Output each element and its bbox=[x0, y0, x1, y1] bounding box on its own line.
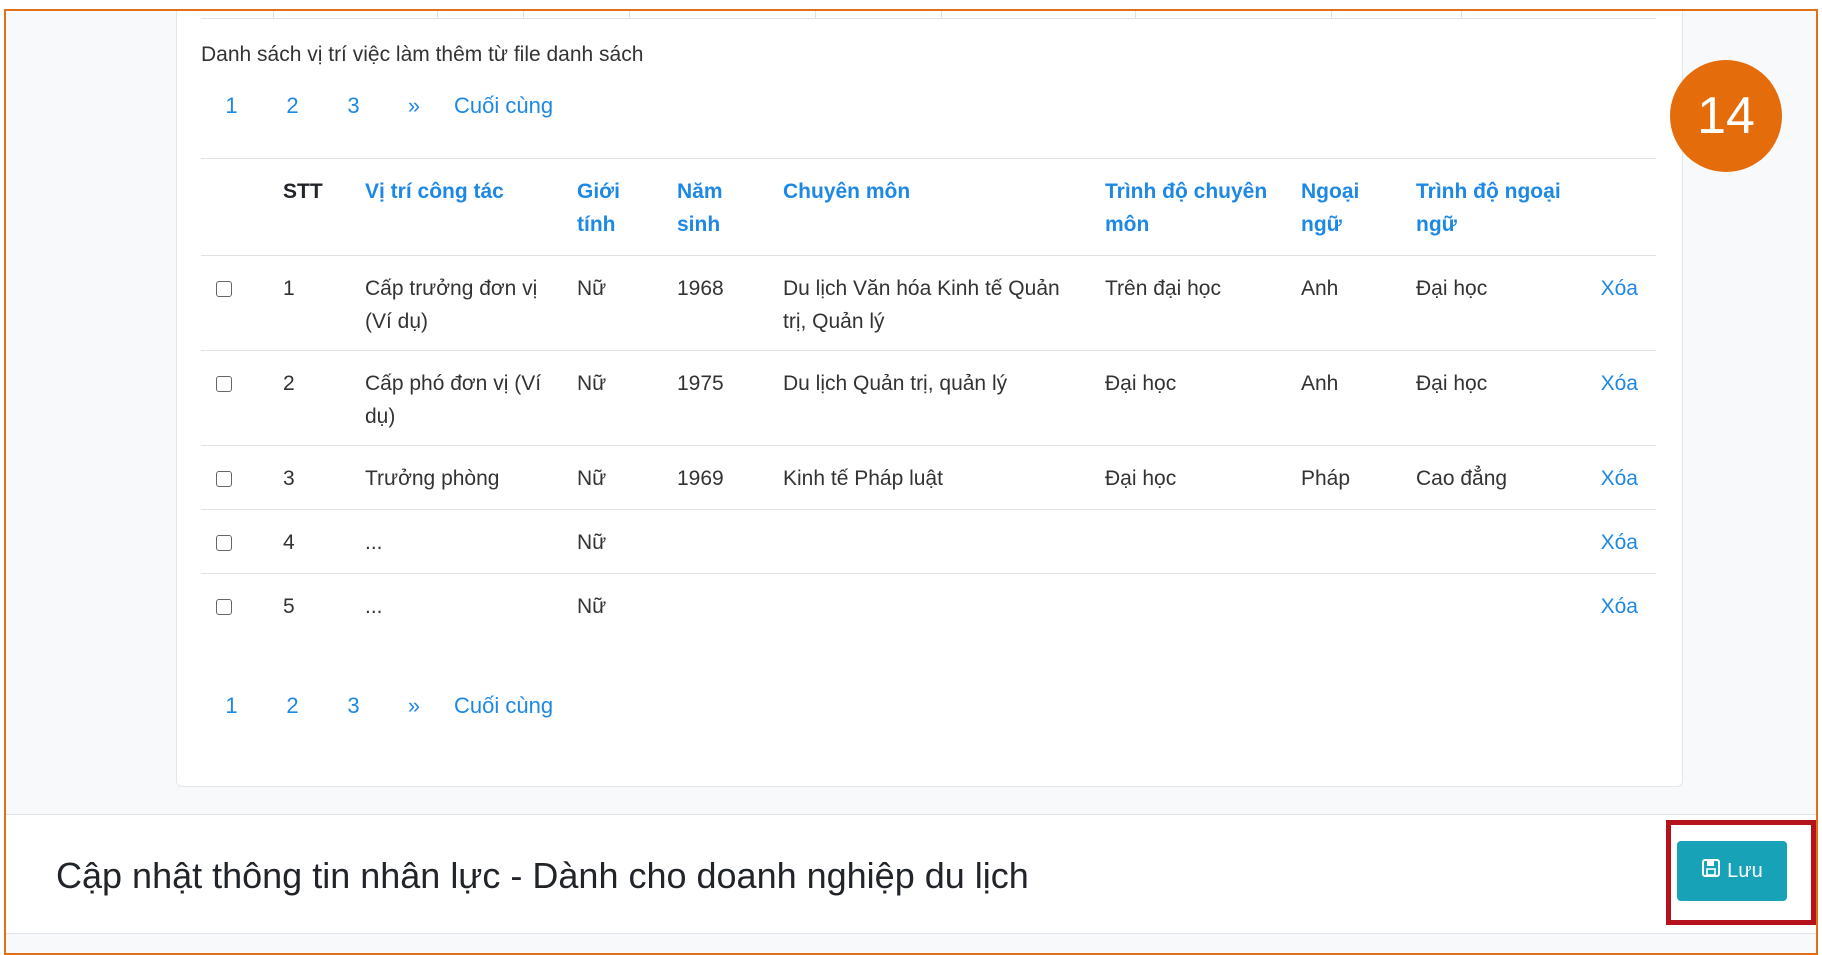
cell-position: ... bbox=[355, 509, 567, 574]
pagination-bottom: 1 2 3 » Cuối cùng bbox=[201, 693, 553, 719]
cell-gender: Nữ bbox=[567, 509, 667, 574]
cell-birth-year: 1975 bbox=[667, 350, 773, 446]
cell-position: Trưởng phòng bbox=[355, 445, 567, 510]
cell-position: Cấp trưởng đơn vị (Ví dụ) bbox=[355, 255, 567, 351]
cell-stt: 4 bbox=[273, 509, 355, 574]
cell-language: Anh bbox=[1291, 350, 1406, 446]
cell-stt: 5 bbox=[273, 573, 355, 637]
cell-qualification: Trên đại học bbox=[1095, 255, 1291, 351]
row-checkbox[interactable] bbox=[216, 376, 232, 392]
previous-table-column-divider bbox=[273, 11, 274, 19]
cell-specialty: Kinh tế Pháp luật bbox=[773, 445, 1095, 510]
page-link-1[interactable]: 1 bbox=[201, 93, 262, 119]
page-last-link[interactable]: Cuối cùng bbox=[454, 693, 553, 719]
list-caption: Danh sách vị trí việc làm thêm từ file d… bbox=[201, 43, 644, 66]
delete-link[interactable]: Xóa bbox=[1601, 531, 1638, 554]
page-link-3[interactable]: 3 bbox=[323, 693, 384, 719]
cell-stt: 2 bbox=[273, 350, 355, 446]
cell-language-level bbox=[1406, 509, 1576, 574]
column-header-qualification[interactable]: Trình độ chuyên môn bbox=[1095, 158, 1291, 256]
row-checkbox[interactable] bbox=[216, 535, 232, 551]
page-frame: Danh sách vị trí việc làm thêm từ file d… bbox=[4, 9, 1818, 955]
cell-language bbox=[1291, 509, 1406, 574]
page-link-3[interactable]: 3 bbox=[323, 93, 384, 119]
list-card: Danh sách vị trí việc làm thêm từ file d… bbox=[176, 11, 1683, 787]
footer-bar: Cập nhật thông tin nhân lực - Dành cho d… bbox=[6, 814, 1816, 934]
cell-position: Cấp phó đơn vị (Ví dụ) bbox=[355, 350, 567, 446]
floppy-disk-icon bbox=[1701, 858, 1721, 884]
page-link-2[interactable]: 2 bbox=[262, 93, 323, 119]
cell-position: ... bbox=[355, 573, 567, 637]
table-row: 5 ... Nữ Xóa bbox=[201, 573, 1656, 637]
select-column-header bbox=[201, 158, 273, 256]
cell-birth-year: 1969 bbox=[667, 445, 773, 510]
action-column-header bbox=[1576, 158, 1656, 256]
cell-specialty bbox=[773, 573, 1095, 637]
save-button-label: Lưu bbox=[1727, 859, 1763, 882]
cell-specialty: Du lịch Văn hóa Kinh tế Quản trị, Quản l… bbox=[773, 255, 1095, 351]
column-header-position[interactable]: Vị trí công tác bbox=[355, 158, 567, 256]
delete-link[interactable]: Xóa bbox=[1601, 595, 1638, 618]
column-header-language[interactable]: Ngoại ngữ bbox=[1291, 158, 1406, 256]
previous-table-column-divider bbox=[1461, 11, 1462, 19]
page-title: Cập nhật thông tin nhân lực - Dành cho d… bbox=[56, 855, 1029, 896]
cell-gender: Nữ bbox=[567, 255, 667, 351]
table-row: 1 Cấp trưởng đơn vị (Ví dụ) Nữ 1968 Du l… bbox=[201, 255, 1656, 351]
step-number-badge: 14 bbox=[1670, 60, 1782, 172]
cell-qualification bbox=[1095, 509, 1291, 574]
previous-table-column-divider bbox=[1331, 11, 1332, 19]
cell-qualification bbox=[1095, 573, 1291, 637]
cell-language-level bbox=[1406, 573, 1576, 637]
cell-birth-year bbox=[667, 573, 773, 637]
previous-table-column-divider bbox=[437, 11, 438, 19]
row-checkbox[interactable] bbox=[216, 599, 232, 615]
delete-link[interactable]: Xóa bbox=[1601, 372, 1638, 395]
cell-specialty: Du lịch Quản trị, quản lý bbox=[773, 350, 1095, 446]
table-row: 2 Cấp phó đơn vị (Ví dụ) Nữ 1975 Du lịch… bbox=[201, 350, 1656, 446]
delete-link[interactable]: Xóa bbox=[1601, 467, 1638, 490]
cell-language bbox=[1291, 573, 1406, 637]
column-header-gender[interactable]: Giới tính bbox=[567, 158, 667, 256]
page-next-link[interactable]: » bbox=[384, 93, 444, 119]
table-row: 3 Trưởng phòng Nữ 1969 Kinh tế Pháp luật… bbox=[201, 445, 1656, 510]
column-header-stt: STT bbox=[273, 158, 355, 256]
page-next-link[interactable]: » bbox=[384, 693, 444, 719]
previous-table-column-divider bbox=[815, 11, 816, 19]
cell-language-level: Cao đẳng bbox=[1406, 445, 1576, 510]
delete-link[interactable]: Xóa bbox=[1601, 277, 1638, 300]
previous-table-column-divider bbox=[523, 11, 524, 19]
cell-language: Pháp bbox=[1291, 445, 1406, 510]
previous-table-bottom-border bbox=[201, 18, 1656, 19]
cell-birth-year bbox=[667, 509, 773, 574]
previous-table-column-divider bbox=[629, 11, 630, 19]
save-button[interactable]: Lưu bbox=[1677, 841, 1787, 901]
cell-birth-year: 1968 bbox=[667, 255, 773, 351]
cell-specialty bbox=[773, 509, 1095, 574]
page-link-1[interactable]: 1 bbox=[201, 693, 262, 719]
pagination-top: 1 2 3 » Cuối cùng bbox=[201, 93, 553, 119]
cell-gender: Nữ bbox=[567, 445, 667, 510]
previous-table-column-divider bbox=[1135, 11, 1136, 19]
table-row: 4 ... Nữ Xóa bbox=[201, 509, 1656, 574]
column-header-specialty[interactable]: Chuyên môn bbox=[773, 158, 1095, 256]
cell-language-level: Đại học bbox=[1406, 255, 1576, 351]
cell-qualification: Đại học bbox=[1095, 445, 1291, 510]
page-last-link[interactable]: Cuối cùng bbox=[454, 93, 553, 119]
previous-table-column-divider bbox=[941, 11, 942, 19]
cell-stt: 1 bbox=[273, 255, 355, 351]
column-header-birth-year[interactable]: Năm sinh bbox=[667, 158, 773, 256]
column-header-language-level[interactable]: Trình độ ngoại ngữ bbox=[1406, 158, 1576, 256]
table-header-row: STT Vị trí công tác Giới tính Năm sinh C… bbox=[201, 158, 1656, 256]
page-link-2[interactable]: 2 bbox=[262, 693, 323, 719]
cell-gender: Nữ bbox=[567, 350, 667, 446]
cell-stt: 3 bbox=[273, 445, 355, 510]
cell-qualification: Đại học bbox=[1095, 350, 1291, 446]
row-checkbox[interactable] bbox=[216, 281, 232, 297]
cell-language: Anh bbox=[1291, 255, 1406, 351]
position-table: STT Vị trí công tác Giới tính Năm sinh C… bbox=[201, 158, 1656, 637]
cell-language-level: Đại học bbox=[1406, 350, 1576, 446]
row-checkbox[interactable] bbox=[216, 471, 232, 487]
cell-gender: Nữ bbox=[567, 573, 667, 637]
